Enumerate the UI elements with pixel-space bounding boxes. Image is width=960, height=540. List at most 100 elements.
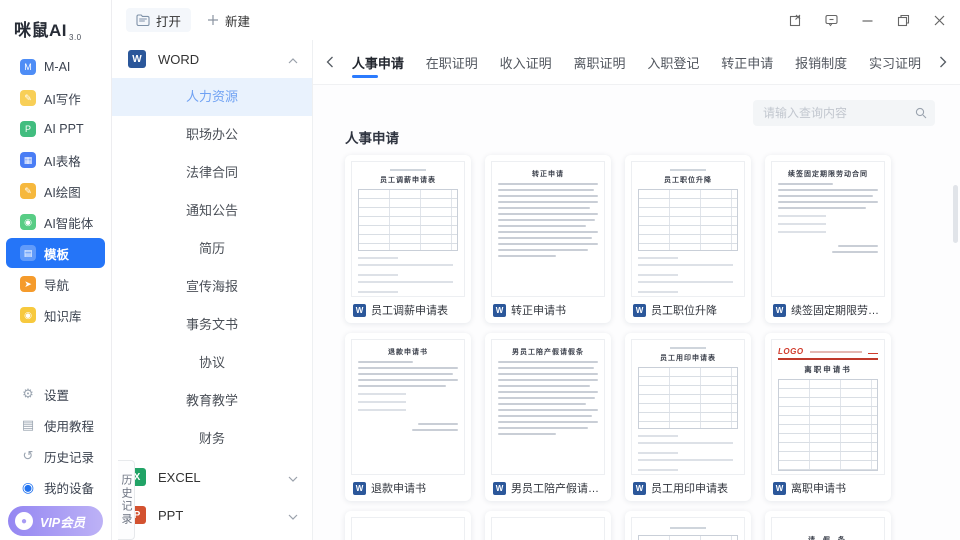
sidebar-item-label: 我的设备 [44, 478, 94, 497]
category-item[interactable]: 法律合同 [112, 154, 312, 192]
template-card-label: 员工调薪申请表 [371, 302, 448, 318]
main-area: 人事申请在职证明收入证明离职证明入职登记转正申请报销制度实习证明 人事申请 员工… [313, 40, 960, 540]
sidebar-item[interactable]: ➤导航 [6, 269, 105, 299]
template-card-label-row: W 男员工陪产假请假条 [491, 475, 605, 501]
section-label: WORD [158, 52, 199, 67]
tab-item[interactable]: 收入证明 [496, 40, 556, 84]
sidebar-item-label: AI表格 [44, 151, 81, 170]
search-box[interactable] [753, 100, 935, 126]
template-gallery: 人事申请 员工调薪申请表W员工调薪申请表转正申请W转正申请书员工职位升降W员工职… [313, 85, 960, 540]
section-header-excel[interactable]: XEXCEL [112, 458, 312, 496]
sidebar-item[interactable]: ✎AI绘图 [6, 176, 105, 206]
sidebar-bottom-item[interactable]: ◉我的设备 [6, 472, 105, 502]
sidebar-item[interactable]: ◉知识库 [6, 300, 105, 330]
ai-writing-icon: ✎ [20, 90, 36, 106]
category-item[interactable]: 事务文书 [112, 306, 312, 344]
template-card[interactable]: 员工调薪申请表W员工调薪申请表 [345, 155, 471, 323]
template-card-label: 男员工陪产假请假条 [511, 480, 603, 496]
document-preview: 员工用印申请表 [631, 339, 745, 475]
template-card[interactable]: 请 假 条 [765, 511, 891, 540]
sidebar-item[interactable]: ▤模板 [6, 238, 105, 268]
template-card[interactable] [345, 511, 471, 540]
category-item[interactable]: 职场办公 [112, 116, 312, 154]
template-card-label: 员工用印申请表 [651, 480, 728, 496]
category-item[interactable]: 协议 [112, 344, 312, 382]
titlebar: 打开 新建 [112, 0, 960, 40]
sidebar-item-label: AI写作 [44, 89, 81, 108]
section-header-ppt[interactable]: PPPT [112, 496, 312, 534]
open-button[interactable]: 打开 [126, 8, 191, 32]
template-category-panel: W WORD 人力资源职场办公法律合同通知公告简历宣传海报事务文书协议教育教学财务X… [112, 40, 313, 540]
vip-member-button[interactable]: ● VIP会员 [8, 506, 103, 536]
scrollbar-thumb[interactable] [953, 185, 958, 243]
document-preview [351, 517, 465, 540]
knowledge-icon: ◉ [20, 307, 36, 323]
sidebar-item[interactable]: ◉ AI智能体 [6, 207, 105, 237]
section-label: EXCEL [158, 470, 201, 485]
search-input[interactable] [763, 106, 915, 120]
document-preview: 请 假 条 [771, 517, 885, 540]
new-button[interactable]: 新建 [197, 8, 260, 32]
section-header-word[interactable]: W WORD [112, 40, 312, 78]
ai-agent-icon: ◉ [20, 214, 36, 230]
tab-active[interactable]: 人事申请 [348, 40, 408, 84]
close-icon[interactable] [932, 13, 946, 27]
template-card-label-row: W员工调薪申请表 [351, 297, 465, 323]
category-item[interactable]: 宣传海报 [112, 268, 312, 306]
tab-item[interactable]: 入职登记 [643, 40, 703, 84]
tab-item[interactable]: 转正申请 [717, 40, 777, 84]
template-card[interactable]: 退款申请书W退款申请书 [345, 333, 471, 501]
sidebar-bottom-item[interactable]: ↺历史记录 [6, 441, 105, 471]
template-card[interactable]: 员工职位升降W员工职位升降 [625, 155, 751, 323]
tab-item[interactable]: 在职证明 [422, 40, 482, 84]
category-item[interactable]: 简历 [112, 230, 312, 268]
template-card-label: 退款申请书 [371, 480, 426, 496]
tab-item[interactable]: 实习证明 [865, 40, 925, 84]
chevron-right-icon [939, 56, 947, 68]
template-card-label-row: W续签固定期限劳动合同… [771, 297, 885, 323]
category-item[interactable]: 财务 [112, 420, 312, 458]
sidebar-bottom-item[interactable]: ▤使用教程 [6, 410, 105, 440]
document-preview: 退款申请书 [351, 339, 465, 475]
logo-text: LOGO [778, 347, 804, 356]
history-vertical-tab[interactable]: 历史记录 [118, 460, 135, 540]
category-item[interactable]: 教育教学 [112, 382, 312, 420]
template-icon: ▤ [20, 245, 36, 261]
minimize-icon[interactable] [860, 13, 874, 27]
avatar-icon: ● [15, 512, 33, 530]
template-card[interactable] [485, 511, 611, 540]
document-preview: 续签固定期限劳动合同 [771, 161, 885, 297]
template-card[interactable]: 员工用印申请表W员工用印申请表 [625, 333, 751, 501]
edit-window-icon[interactable] [788, 13, 802, 27]
sidebar-item[interactable]: ✎ AI写作 [6, 83, 105, 113]
sidebar-bottom-item[interactable]: ⚙设置 [6, 379, 105, 409]
template-card-label: 续签固定期限劳动合同… [791, 302, 883, 318]
sidebar-item-label: M-AI [44, 60, 70, 74]
primary-sidebar: 咪鼠AI3.0 MM-AI✎AI写作PAI PPT▦AI表格✎AI绘图◉AI智能… [0, 0, 112, 540]
sidebar-item[interactable]: PAI PPT [6, 114, 105, 144]
template-card[interactable]: 男员工陪产假请假条W 男员工陪产假请假条 [485, 333, 611, 501]
template-grid: 员工调薪申请表W员工调薪申请表转正申请W转正申请书员工职位升降W员工职位升降续签… [345, 155, 960, 540]
sidebar-item[interactable]: MM-AI [6, 52, 105, 82]
document-preview: 员工职位升降 [631, 161, 745, 297]
feedback-icon[interactable] [824, 13, 838, 27]
tab-item[interactable]: 报销制度 [791, 40, 851, 84]
word-icon: W [128, 50, 146, 68]
document-preview: 员工调薪申请表 [351, 161, 465, 297]
open-button-label: 打开 [156, 11, 181, 30]
template-card-label-row: W转正申请书 [491, 297, 605, 323]
tabs-scroll-left-button[interactable] [319, 47, 341, 77]
sidebar-bottom: ⚙设置▤使用教程↺历史记录◉我的设备 ● VIP会员 [0, 379, 111, 536]
maximize-icon[interactable] [896, 13, 910, 27]
template-card[interactable]: 转正申请W转正申请书 [485, 155, 611, 323]
template-card[interactable] [625, 511, 751, 540]
sidebar-item-label: AI智能体 [44, 213, 93, 232]
word-icon: W [493, 482, 506, 495]
category-item[interactable]: 人力资源 [112, 78, 312, 116]
template-card[interactable]: 续签固定期限劳动合同W续签固定期限劳动合同… [765, 155, 891, 323]
category-item[interactable]: 通知公告 [112, 192, 312, 230]
sidebar-item[interactable]: ▦AI表格 [6, 145, 105, 175]
template-card[interactable]: LOGO离职申请书W离职申请书 [765, 333, 891, 501]
tab-item[interactable]: 离职证明 [570, 40, 630, 84]
tabs-scroll-right-button[interactable] [932, 47, 954, 77]
